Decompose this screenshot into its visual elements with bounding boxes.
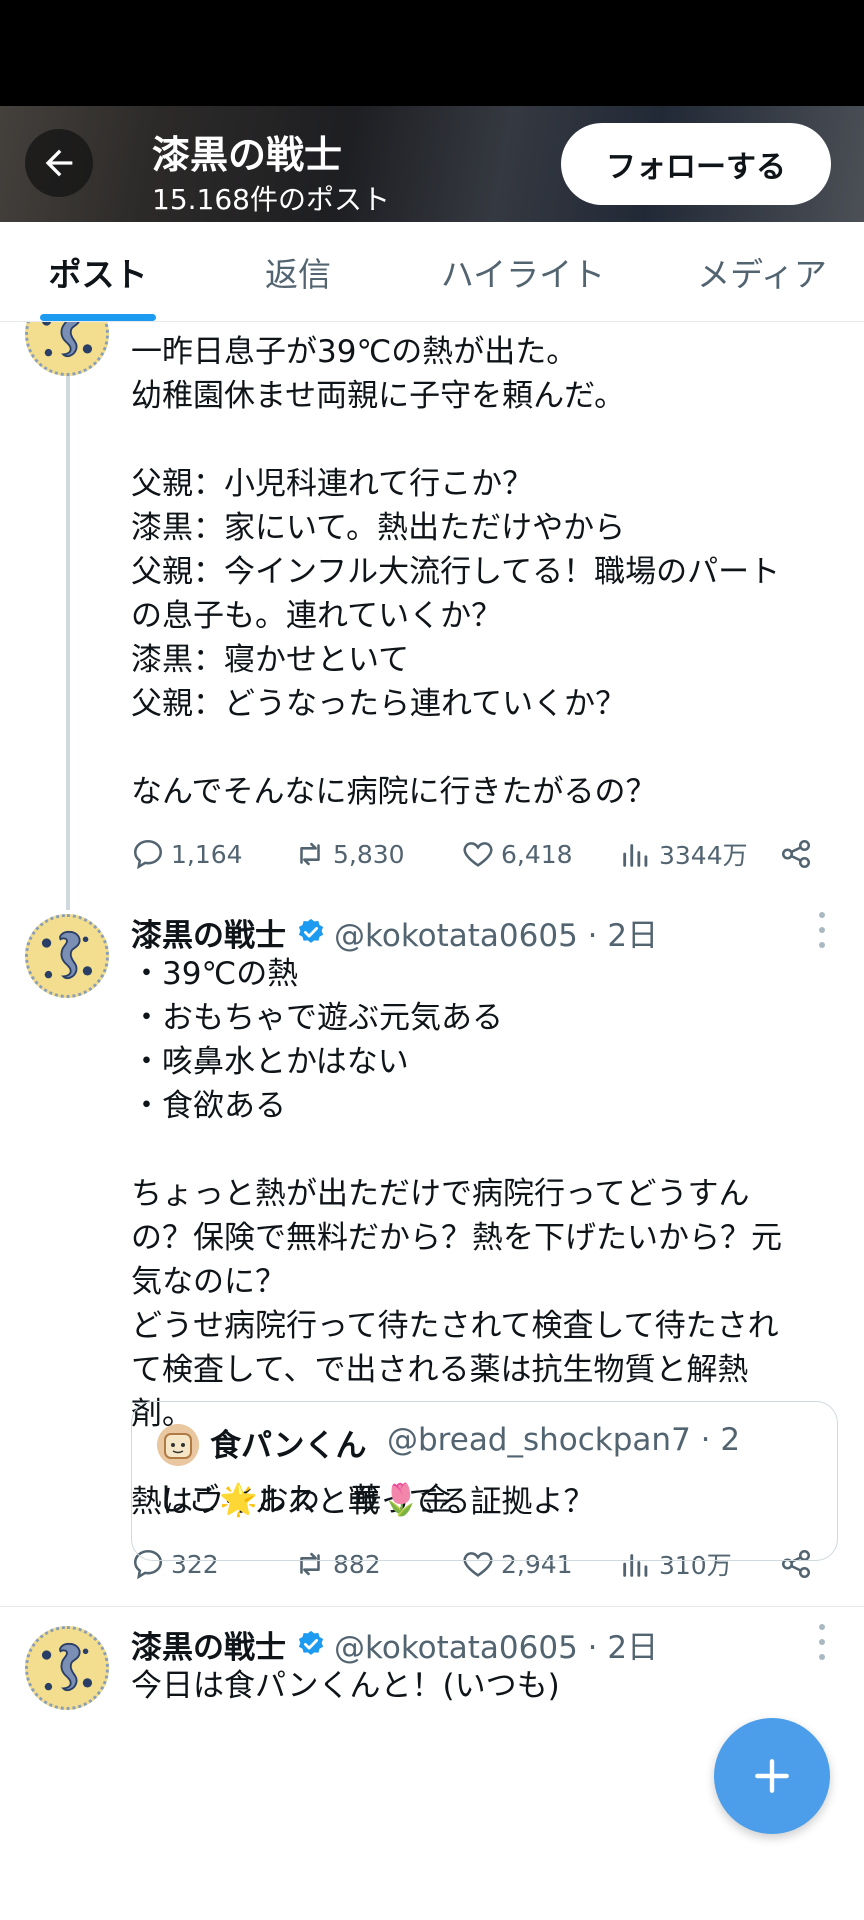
avatar[interactable] xyxy=(25,1626,109,1710)
view-count: 3344万 xyxy=(659,841,748,870)
avatar[interactable] xyxy=(25,322,109,376)
follow-button[interactable]: フォローする xyxy=(561,123,831,205)
quoted-post[interactable]: 食パンくん @bread_shockpan7 · 2 しご🌟おわ 華🌷金 xyxy=(131,1401,838,1561)
author-name[interactable]: 漆黒の戦士 xyxy=(131,910,286,955)
post-text: 今日は食パンくんと！(いつも) xyxy=(131,1668,560,1704)
repost-button[interactable]: 5,830 xyxy=(293,834,405,874)
compose-button[interactable] xyxy=(714,1718,830,1834)
tab-highlights[interactable]: ハイライト xyxy=(428,222,618,322)
back-button[interactable] xyxy=(25,129,93,197)
seahorse-avatar-image xyxy=(28,917,106,995)
heart-icon xyxy=(463,842,493,867)
author-handle[interactable]: @kokotata0605 · 2日 xyxy=(334,910,658,955)
share-icon xyxy=(781,839,811,869)
bread-avatar-image xyxy=(157,1424,199,1466)
author-name[interactable]: 漆黒の戦士 xyxy=(131,1622,286,1667)
like-count: 6,418 xyxy=(501,839,573,869)
plus-icon xyxy=(755,1759,789,1793)
quoted-avatar[interactable] xyxy=(157,1424,199,1466)
reply-icon xyxy=(133,839,163,870)
tab-media[interactable]: メディア xyxy=(680,222,844,322)
arrow-left-icon xyxy=(45,149,73,177)
more-options-icon[interactable] xyxy=(817,912,827,948)
tab-replies[interactable]: 返信 xyxy=(230,222,366,322)
like-button[interactable]: 6,418 xyxy=(461,834,573,874)
views-button[interactable]: 3344万 xyxy=(619,834,748,874)
repost-count: 5,830 xyxy=(333,839,405,869)
reply-button[interactable]: 1,164 xyxy=(131,834,243,874)
status-bar xyxy=(0,0,864,106)
thread-connector xyxy=(66,322,70,910)
quoted-author-name: 食パンくん xyxy=(210,1428,367,1464)
profile-tabs: ポスト 返信 ハイライト メディア xyxy=(0,222,864,322)
bar-chart-icon xyxy=(623,844,648,867)
verified-badge-icon xyxy=(298,1630,324,1655)
post-actions: 1,164 5,830 6,418 3344万 xyxy=(131,834,831,874)
tab-posts[interactable]: ポスト xyxy=(20,222,176,322)
post-count: 15.168件のポスト xyxy=(152,183,390,216)
share-button[interactable] xyxy=(779,834,813,874)
more-options-icon[interactable] xyxy=(817,1624,827,1660)
profile-header: 漆黒の戦士 15.168件のポスト フォローする xyxy=(0,106,864,222)
profile-name: 漆黒の戦士 xyxy=(152,133,343,177)
quoted-post-text: しご🌟おわ 華🌷金 xyxy=(157,1482,452,1518)
avatar[interactable] xyxy=(25,914,109,998)
quoted-author-handle: @bread_shockpan7 · 2 xyxy=(387,1422,741,1458)
reply-count: 1,164 xyxy=(171,839,243,869)
author-handle[interactable]: @kokotata0605 · 2日 xyxy=(334,1622,658,1667)
repost-icon xyxy=(300,842,320,866)
post-divider xyxy=(0,1606,864,1607)
post-text: 一昨日息子が39℃の熱が出た。 幼稚園休ませ両親に子守を頼んだ。 父親：小児科連… xyxy=(131,334,781,810)
active-tab-indicator xyxy=(40,314,156,321)
post-header: 漆黒の戦士 @kokotata0605 · 2日 xyxy=(131,910,658,954)
verified-badge-icon xyxy=(298,918,324,943)
timeline: 一昨日息子が39℃の熱が出た。 幼稚園休ませ両親に子守を頼んだ。 父親：小児科連… xyxy=(0,322,864,1872)
seahorse-avatar-image xyxy=(28,1629,106,1707)
seahorse-avatar-image xyxy=(28,322,106,373)
post-header: 漆黒の戦士 @kokotata0605 · 2日 xyxy=(131,1622,658,1666)
